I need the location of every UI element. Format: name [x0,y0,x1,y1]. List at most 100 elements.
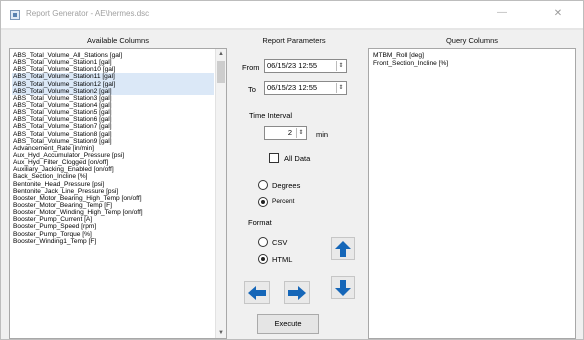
available-column-item[interactable]: Auxiliary_Jacking_Enabled [on/off] [12,166,214,173]
available-column-label: Advancement_Rate [in/min] [13,144,94,152]
available-column-item[interactable]: Booster_Motor_Bearing_Temp [F] [12,202,214,209]
available-column-label: Booster_Motor_Bearing_Temp [F] [13,201,112,209]
available-column-label: ABS_Total_Volume_Station1 [gal] [13,59,112,67]
available-column-label: ABS_Total_Volume_Station6 [gal] [13,116,112,124]
title-divider [1,28,583,30]
report-parameters-header: Report Parameters [262,36,326,45]
move-up-button[interactable] [331,237,355,260]
csv-radio[interactable] [258,237,268,247]
app-icon [10,10,20,20]
available-column-label: ABS_Total_Volume_Station8 [gal] [13,130,112,138]
window-title: Report Generator - AE\hermes.dsc [26,9,150,18]
arrow-down-icon [335,280,351,296]
interval-unit-label: min [316,130,329,139]
available-column-item[interactable]: ABS_Total_Volume_Station1 [gal] [12,59,214,66]
available-column-label: Back_Section_Incline [%] [13,173,88,181]
from-datetime-value: 06/15/23 12:55 [267,61,318,70]
query-columns-list[interactable]: MTBM_Roll [deg] Front_Section_Incline [%] [368,48,576,339]
available-column-item[interactable]: ABS_Total_Volume_Station8 [gal] [12,131,214,138]
available-columns-items: ABS_Total_Volume_All_Stations [gal] ABS_T… [12,52,214,245]
all-data-label: All Data [284,154,311,163]
available-column-item[interactable]: Booster_Motor_Winding_High_Temp [on/off] [12,209,214,216]
available-column-label: Auxiliary_Jacking_Enabled [on/off] [13,166,114,174]
percent-label: Percent [272,198,295,205]
interval-value: 2 [287,128,292,137]
available-column-label: ABS_Total_Volume_Station12 [gal] [13,80,116,88]
available-column-item[interactable]: Booster_Motor_Bearing_High_Temp [on/off] [12,195,214,202]
available-column-label: ABS_Total_Volume_Station11 [gal] [13,73,115,81]
available-column-label: Bentonite_Jack_Line_Pressure [psi] [13,187,119,195]
available-column-item[interactable]: Bentonite_Head_Pressure [psi] [12,181,214,188]
all-data-checkbox[interactable] [269,153,279,163]
available-column-item[interactable]: ABS_Total_Volume_Station4 [gal] [12,102,214,109]
available-column-item[interactable]: Booster_Pump_Current [A] [12,216,214,223]
query-column-item[interactable]: MTBM_Roll [deg] [372,52,572,60]
available-columns-list[interactable]: ABS_Total_Volume_All_Stations [gal] ABS_T… [9,48,227,339]
available-column-item[interactable]: ABS_Total_Volume_Station10 [gal] [12,66,214,73]
csv-label: CSV [272,238,288,247]
to-label: To [248,85,256,94]
available-column-label: Aux_Hyd_Accumulator_Pressure [psi] [13,151,125,159]
available-column-item[interactable]: ABS_Total_Volume_All_Stations [gal] [12,52,214,59]
format-label: Format [248,218,272,227]
scrollbar-thumb[interactable] [217,61,225,83]
to-datetime-field[interactable]: 06/15/23 12:55 ⇕ [264,81,347,95]
available-column-item[interactable]: Aux_Hyd_Filter_Clogged [on/off] [12,159,214,166]
available-column-label: Aux_Hyd_Filter_Clogged [on/off] [13,159,109,167]
available-column-item[interactable]: ABS_Total_Volume_Station3 [gal] [12,95,214,102]
arrow-left-icon [248,286,266,300]
move-left-button[interactable] [244,281,270,304]
move-down-button[interactable] [331,276,355,299]
available-column-label: ABS_Total_Volume_Station3 [gal] [13,94,112,102]
available-column-item[interactable]: Booster_Pump_Speed [rpm] [12,223,214,230]
available-column-label: ABS_Total_Volume_Station10 [gal] [13,66,116,74]
title-bar[interactable]: Report Generator - AE\hermes.dsc — ✕ [1,1,583,28]
time-interval-label: Time Interval [249,111,293,120]
percent-radio[interactable] [258,197,268,207]
available-column-item[interactable]: ABS_Total_Volume_Station6 [gal] [12,116,214,123]
available-column-item[interactable]: ABS_Total_Volume_Station7 [gal] [12,123,214,130]
available-column-label: Booster_Winding1_Temp [F] [13,237,97,245]
available-column-label: Booster_Pump_Torque [%] [13,230,92,238]
move-right-button[interactable] [284,281,310,304]
available-column-item[interactable]: ABS_Total_Volume_Station11 [gal] [12,73,214,81]
available-column-label: Booster_Pump_Speed [rpm] [13,223,97,231]
available-column-item[interactable]: ABS_Total_Volume_Station2 [gal] [12,87,214,95]
arrow-up-icon [335,241,351,257]
available-column-item[interactable]: Booster_Winding1_Temp [F] [12,238,214,245]
available-column-label: ABS_Total_Volume_Station4 [gal] [13,101,112,109]
available-column-label: ABS_Total_Volume_Station2 [gal] [13,87,112,95]
scroll-up-icon[interactable]: ▲ [216,49,226,59]
query-column-item[interactable]: Front_Section_Incline [%] [372,60,572,68]
available-column-label: ABS_Total_Volume_Station7 [gal] [13,123,112,131]
from-datetime-field[interactable]: 06/15/23 12:55 ⇕ [264,59,347,73]
execute-button[interactable]: Execute [257,314,319,334]
to-datetime-value: 06/15/23 12:55 [267,83,318,92]
available-column-label: ABS_Total_Volume_Station5 [gal] [13,109,112,117]
query-columns-items: MTBM_Roll [deg] Front_Section_Incline [%] [372,52,572,67]
available-column-item[interactable]: Aux_Hyd_Accumulator_Pressure [psi] [12,152,214,159]
available-column-item[interactable]: Bentonite_Jack_Line_Pressure [psi] [12,188,214,195]
interval-stepper[interactable]: 2 ⇕ [264,126,307,140]
available-column-label: Booster_Pump_Current [A] [13,216,93,224]
available-column-label: ABS_Total_Volume_Station9 [gal] [13,137,112,145]
scroll-down-icon[interactable]: ▼ [216,328,226,338]
spinner-icon[interactable]: ⇕ [296,128,305,138]
html-radio[interactable] [258,254,268,264]
query-columns-header: Query Columns [445,36,499,45]
spinner-icon[interactable]: ⇕ [336,83,345,93]
available-column-item[interactable]: ABS_Total_Volume_Station12 [gal] [12,80,214,88]
degrees-radio[interactable] [258,180,268,190]
available-column-item[interactable]: Booster_Pump_Torque [%] [12,231,214,238]
spinner-icon[interactable]: ⇕ [336,61,345,71]
available-column-item[interactable]: ABS_Total_Volume_Station5 [gal] [12,109,214,116]
close-button[interactable]: ✕ [546,6,570,22]
minimize-button[interactable]: — [490,6,514,22]
available-column-item[interactable]: Back_Section_Incline [%] [12,173,214,180]
available-column-label: Booster_Motor_Winding_High_Temp [on/off] [13,209,143,217]
available-columns-scrollbar[interactable]: ▲ ▼ [215,49,226,338]
available-column-item[interactable]: ABS_Total_Volume_Station9 [gal] [12,138,214,145]
available-column-item[interactable]: Advancement_Rate [in/min] [12,145,214,152]
report-generator-window: Report Generator - AE\hermes.dsc — ✕ Ava… [0,0,584,340]
from-label: From [242,63,260,72]
